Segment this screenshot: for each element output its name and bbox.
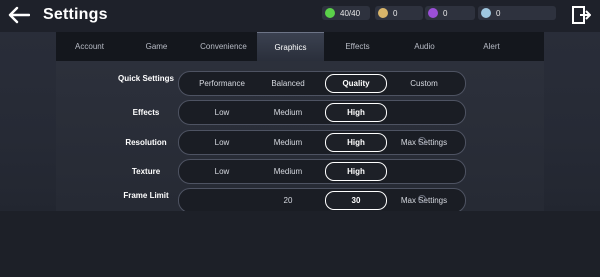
info-icon — [418, 137, 426, 145]
silver-gem-icon — [481, 8, 491, 18]
gold-value: 0 — [393, 8, 398, 18]
texture-selector: Low Medium High — [178, 159, 466, 184]
tab-account[interactable]: Account — [56, 32, 123, 61]
settings-tab-bar: Account Game Convenience Graphics Effect… — [56, 32, 544, 61]
purple-gem-counter: 0 — [425, 6, 475, 20]
quick-settings-label: Quick Settings — [117, 74, 174, 83]
texture-option-medium[interactable]: Medium — [257, 162, 319, 181]
tab-graphics[interactable]: Graphics — [257, 32, 324, 61]
tab-effects[interactable]: Effects — [324, 32, 391, 61]
gold-counter: 0 — [375, 6, 423, 20]
info-icon — [418, 195, 426, 203]
energy-icon — [325, 8, 335, 18]
silver-gem-counter: 0 — [478, 6, 556, 20]
effects-option-high[interactable]: High — [325, 103, 387, 122]
quick-option-balanced[interactable]: Balanced — [257, 74, 319, 93]
effects-selector: Low Medium High — [178, 100, 466, 125]
resolution-selector: Low Medium High Max Settings — [178, 130, 466, 155]
quick-settings-selector: Performance Balanced Quality Custom — [178, 71, 466, 96]
frame-limit-option-30[interactable]: 30 — [325, 191, 387, 210]
energy-counter: 40/40 — [322, 6, 370, 20]
effects-option-medium[interactable]: Medium — [257, 103, 319, 122]
purple-gem-value: 0 — [443, 8, 448, 18]
texture-row: Texture Low Medium High — [56, 159, 544, 185]
resolution-option-low[interactable]: Low — [191, 133, 253, 152]
resolution-option-high[interactable]: High — [325, 133, 387, 152]
texture-option-high[interactable]: High — [325, 162, 387, 181]
graphics-settings-panel: Quick Settings Performance Balanced Qual… — [56, 61, 544, 211]
tab-game[interactable]: Game — [123, 32, 190, 61]
texture-option-low[interactable]: Low — [191, 162, 253, 181]
effects-row: Effects Low Medium High — [56, 100, 544, 126]
frame-limit-selector: 20 30 Max Settings — [178, 188, 466, 211]
tab-convenience[interactable]: Convenience — [190, 32, 257, 61]
page-title: Settings — [43, 6, 108, 23]
silver-gem-value: 0 — [496, 8, 501, 18]
effects-option-low[interactable]: Low — [191, 103, 253, 122]
back-arrow-icon[interactable] — [8, 6, 30, 24]
purple-gem-icon — [428, 8, 438, 18]
quick-option-quality[interactable]: Quality — [325, 74, 387, 93]
resolution-row: Resolution Low Medium High Max Settings — [56, 130, 544, 156]
effects-label: Effects — [132, 108, 160, 117]
quick-option-performance[interactable]: Performance — [191, 74, 253, 93]
energy-value: 40/40 — [340, 8, 361, 18]
quick-option-custom[interactable]: Custom — [393, 74, 455, 93]
quick-settings-row: Quick Settings Performance Balanced Qual… — [56, 71, 544, 97]
texture-label: Texture — [131, 167, 161, 176]
exit-door-icon[interactable] — [571, 5, 591, 25]
frame-limit-option-20[interactable]: 20 — [257, 191, 319, 210]
gold-coin-icon — [378, 8, 388, 18]
frame-limit-row: Frame Limit 20 30 Max Settings — [56, 188, 544, 211]
tab-audio[interactable]: Audio — [391, 32, 458, 61]
top-bar: Settings 40/40 0 0 0 — [0, 0, 600, 32]
tab-alert[interactable]: Alert — [458, 32, 525, 61]
bottom-background — [0, 211, 600, 277]
resolution-label: Resolution — [125, 138, 167, 147]
resolution-option-medium[interactable]: Medium — [257, 133, 319, 152]
frame-limit-label: Frame Limit — [123, 191, 169, 200]
